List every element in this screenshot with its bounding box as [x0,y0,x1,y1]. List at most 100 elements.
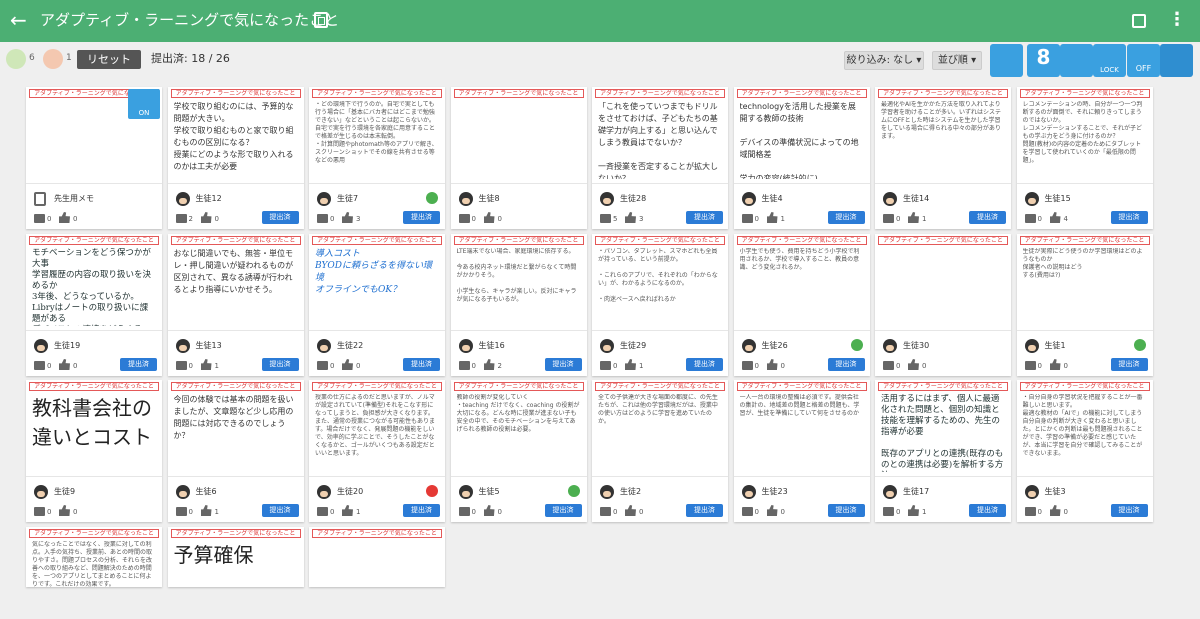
ok-face-icon[interactable] [6,49,26,69]
student-card[interactable]: アダプティブ・ラーニングで気になったこと 最適化やAIを生かかた方法を取り入れてよ… [875,87,1011,229]
filter-dropdown[interactable]: 絞り込み: なし ▾ [844,51,924,70]
translate-icon[interactable] [1132,14,1146,28]
comment-icon[interactable] [883,361,894,370]
submitted-button[interactable]: 提出済 [403,358,440,371]
like-icon[interactable] [625,359,636,370]
comment-icon[interactable] [317,214,328,223]
submitted-button[interactable]: 提出済 [1110,504,1148,517]
submitted-button[interactable]: 提出済 [544,504,582,517]
submitted-button[interactable]: 提出済 [969,211,1006,224]
memo-on-toggle[interactable]: ON [128,89,160,119]
comment-icon[interactable] [34,507,45,516]
student-card[interactable]: アダプティブ・ラーニングで気になったこと 今回の体験では基本の問題を扱いましたが、… [167,380,304,522]
student-card[interactable]: アダプティブ・ラーニングで気になったこと [309,527,445,587]
like-icon[interactable] [200,212,212,223]
comment-icon[interactable] [458,361,470,370]
student-card[interactable]: アダプティブ・ラーニングで気になったこと ・自分自身の学習状況を把握することが一番… [1016,380,1153,522]
student-card[interactable]: アダプティブ・ラーニングで気になったこと 生徒30 0 0 [875,234,1011,376]
student-card[interactable]: アダプティブ・ラーニングで気になったこと 教科書会社の違いとコスト 生徒9 0 0 [26,380,162,522]
submitted-button[interactable]: 提出済 [403,211,440,224]
like-icon[interactable] [483,212,495,223]
like-icon[interactable] [59,359,70,370]
like-icon[interactable] [342,505,353,516]
student-card[interactable]: アダプティブ・ラーニングで気になったこと レコメンデーションの時、自分が一つ一つ判… [1016,87,1153,229]
submitted-button[interactable]: 提出済 [261,504,299,517]
comment-icon[interactable] [741,507,753,516]
student-card[interactable]: アダプティブ・ラーニングで気になったこと 生徒8 0 0 [450,87,587,229]
like-icon[interactable] [200,505,212,516]
comment-icon[interactable] [317,507,328,516]
student-card[interactable]: アダプティブ・ラーニングで気になったこと ・どの環境下で行うのか。自宅で実としても… [309,87,445,229]
like-icon[interactable] [59,212,70,223]
submitted-button[interactable]: 提出済 [120,358,157,371]
student-card[interactable]: アダプティブ・ラーニングで気になったこと 学校で取り組むのには、予算的な問題が大き… [167,87,304,229]
student-card[interactable]: アダプティブ・ラーニングで気になったこと 小学生でも使う、費用を持ちどう小学校で利… [733,234,870,376]
like-icon[interactable] [483,359,495,370]
student-card[interactable]: アダプティブ・ラーニングで気になったこと 導入コスト BYODに頼らざるを得ない環… [309,234,445,376]
like-icon[interactable] [908,212,919,223]
lock-button[interactable]: LOCK [1093,44,1126,77]
comment-icon[interactable] [741,214,753,223]
comment-icon[interactable] [1024,214,1036,223]
comment-icon[interactable] [317,361,328,370]
like-icon[interactable] [908,505,919,516]
like-icon[interactable] [342,359,353,370]
comment-icon[interactable] [34,361,45,370]
student-card[interactable]: アダプティブ・ラーニングで気になったこと ・パソコン、タブレット、スマホどれも全員… [592,234,728,376]
network-icon[interactable] [1060,44,1093,77]
comment-icon[interactable] [600,214,611,223]
comment-icon[interactable] [883,214,894,223]
student-card[interactable]: アダプティブ・ラーニングで気になったこと 予算確保 [167,527,304,587]
comment-icon[interactable] [458,507,470,516]
submitted-button[interactable]: 提出済 [544,358,582,371]
submitted-button[interactable]: 提出済 [1110,211,1148,224]
submitted-button[interactable]: 提出済 [261,211,299,224]
comment-icon[interactable] [175,214,187,223]
comment-icon[interactable] [741,361,753,370]
like-icon[interactable] [483,505,495,516]
student-card[interactable]: アダプティブ・ラーニングで気になったこと technologyを活用した授業を展開… [733,87,870,229]
like-icon[interactable] [1049,505,1061,516]
student-card[interactable]: アダプティブ・ラーニングで気になったこと LTE端末でない場合、家庭環境に依存する… [450,234,587,376]
student-card[interactable]: アダプティブ・ラーニングで気になったこと 生徒が実際にどう使うのか学習環境はどのよ… [1016,234,1153,376]
student-card[interactable]: アダプティブ・ラーニングで気になったこと 授業の仕方によるのだと思いますが、ノルマ… [309,380,445,522]
comment-icon[interactable] [600,507,611,516]
submitted-button[interactable]: 提出済 [1110,358,1148,371]
student-card[interactable]: アダプティブ・ラーニングで気になったこと モチベーションをどう保つかが大事 学習履… [26,234,162,376]
like-icon[interactable] [625,212,636,223]
student-card[interactable]: アダプティブ・ラーニングで気になったこと 教師の役割が変化していく ・teachi… [450,380,587,522]
print-icon[interactable] [990,44,1023,77]
comment-icon[interactable] [600,361,611,370]
submitted-button[interactable]: 提出済 [827,504,865,517]
student-card[interactable]: アダプティブ・ラーニングで気になったこと 活用するにはまず、個人に最適化された問題… [875,380,1011,522]
comment-icon[interactable] [34,214,45,223]
like-icon[interactable] [200,359,212,370]
sort-dropdown[interactable]: 並び順 ▾ [932,51,982,70]
like-icon[interactable] [625,505,636,516]
student-card[interactable]: アダプティブ・ラーニングで気になったこと 一人一台の環境の整備は必須です。提供会社… [733,380,870,522]
hand-pointer-icon[interactable] [1160,44,1193,77]
comment-icon[interactable] [1024,361,1036,370]
submitted-button[interactable]: 提出済 [686,358,723,371]
font-size-button[interactable]: 8 [1027,44,1060,77]
student-card[interactable]: アダプティブ・ラーニングで気になったこと 「これを使っていつまでもドリルをさせてお… [592,87,728,229]
student-card[interactable]: アダプティブ・ラーニングで気になったこと 全ての子供達が大きな場面の都度に、の先生… [592,380,728,522]
like-icon[interactable] [1049,212,1061,223]
ng-face-icon[interactable] [43,49,63,69]
like-icon[interactable] [59,505,70,516]
submitted-button[interactable]: 提出済 [261,358,299,371]
reset-button[interactable]: リセット [77,50,141,69]
arrow-left-icon[interactable]: ← [10,9,27,31]
comment-icon[interactable] [175,507,187,516]
submitted-button[interactable]: 提出済 [969,504,1006,517]
submitted-button[interactable]: 提出済 [403,504,440,517]
submitted-button[interactable]: 提出済 [827,358,865,371]
like-off-button[interactable]: OFF [1127,44,1160,77]
comment-icon[interactable] [175,361,187,370]
comment-icon[interactable] [458,214,470,223]
like-icon[interactable] [766,359,778,370]
copy-icon[interactable] [314,12,328,28]
like-icon[interactable] [766,505,778,516]
more-vert-icon[interactable]: ⋮ [1168,10,1186,30]
like-icon[interactable] [1049,359,1061,370]
